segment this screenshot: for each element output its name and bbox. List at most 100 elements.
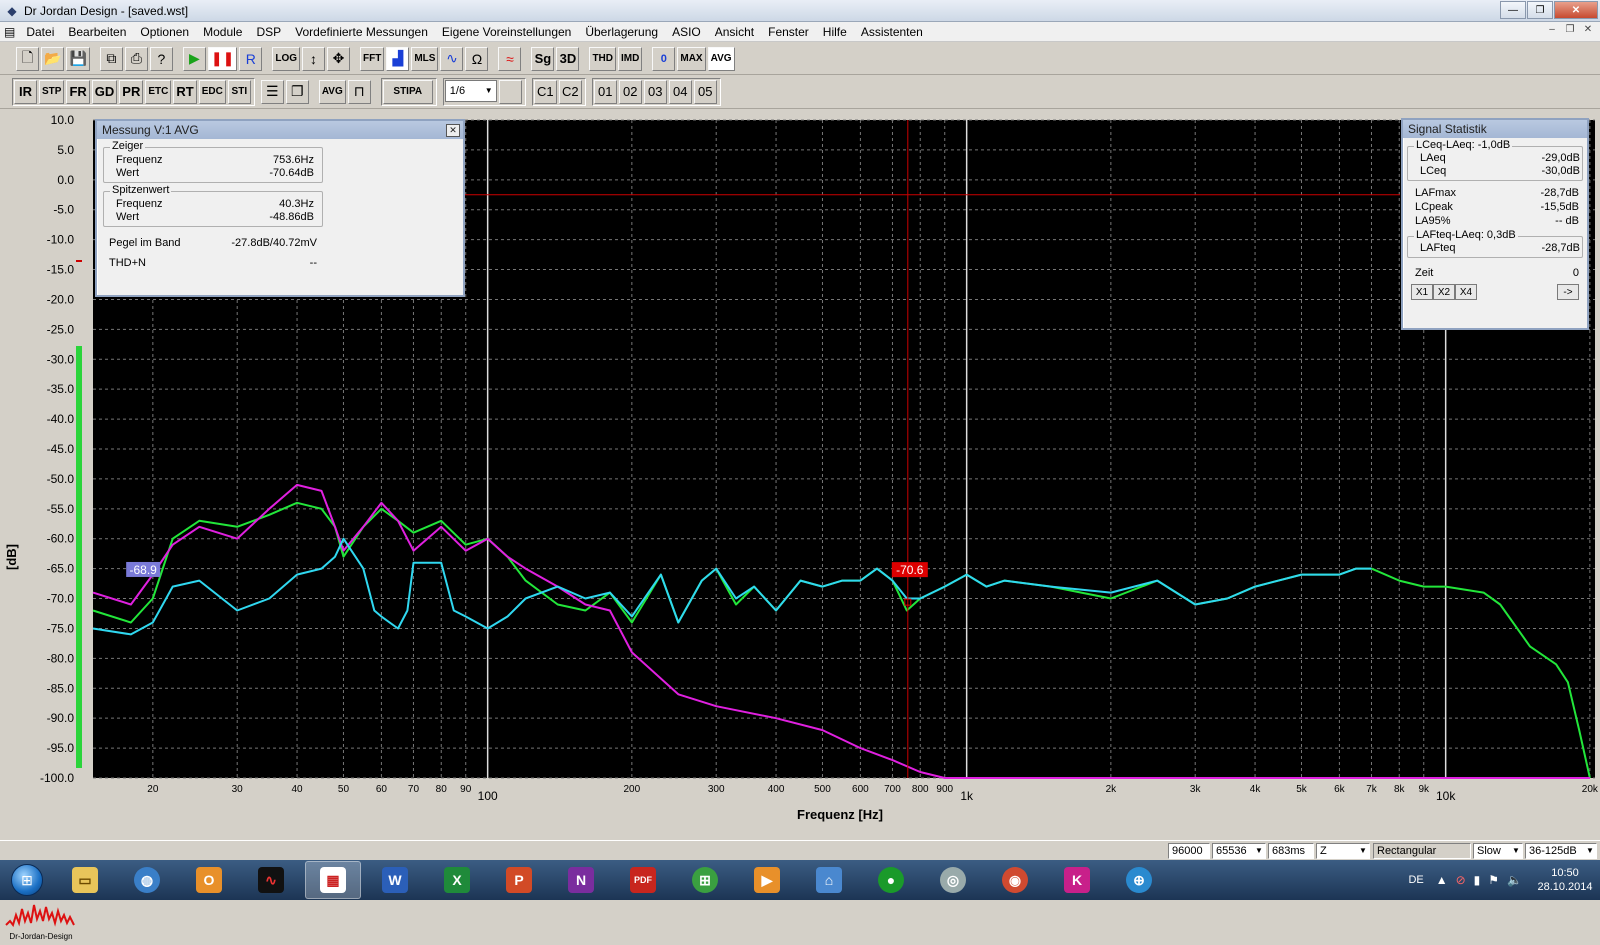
vertical-scale-icon[interactable]: ↕ [302, 46, 326, 71]
menu-eigene-voreinstellungen[interactable]: Eigene Voreinstellungen [435, 25, 578, 39]
open-folder-icon[interactable]: 📂 [41, 46, 65, 71]
taskbar-k-app[interactable]: K [1049, 861, 1105, 899]
mdi-restore-icon[interactable]: ❐ [1562, 24, 1578, 38]
app-icon[interactable]: ◆ [4, 3, 20, 19]
flag-icon[interactable]: ⚑ [1488, 873, 1499, 887]
channel-c1-button[interactable]: C1 [533, 79, 557, 104]
menu-ansicht[interactable]: Ansicht [708, 25, 761, 39]
taskbar-chrome[interactable]: ◉ [987, 861, 1043, 899]
window-field[interactable]: Rectangular [1373, 843, 1471, 859]
sg-button[interactable]: Sg [531, 46, 555, 71]
language-indicator[interactable]: DE [1408, 874, 1423, 886]
stp-button[interactable]: STP [39, 79, 65, 104]
menu-module[interactable]: Module [196, 25, 249, 39]
fft-button[interactable]: FFT [360, 46, 385, 71]
taskbar-outlook[interactable]: O [181, 861, 237, 899]
x4-button[interactable]: X4 [1455, 284, 1477, 300]
rt-button[interactable]: RT [173, 79, 197, 104]
volume-icon[interactable]: 🔈 [1507, 873, 1522, 887]
zero-button[interactable]: 0 [652, 46, 676, 71]
x2-button[interactable]: X2 [1433, 284, 1455, 300]
slot-03-button[interactable]: 03 [643, 79, 667, 104]
help-icon[interactable]: ? [149, 46, 173, 71]
sti-button[interactable]: STI [227, 79, 251, 104]
taskbar-zoom[interactable]: ⊕ [1111, 861, 1167, 899]
thd-button[interactable]: THD [589, 46, 617, 71]
weighting-select[interactable]: Z ▼ [1316, 843, 1370, 859]
log-button[interactable]: LOG [272, 46, 301, 71]
bars-icon[interactable]: ☰ [260, 79, 284, 104]
fraction-select[interactable]: 1/6 ▼ [444, 79, 497, 102]
menu-hilfe[interactable]: Hilfe [816, 25, 854, 39]
taskbar-network[interactable]: ⌂ [801, 861, 857, 899]
menu-bearbeiten[interactable]: Bearbeiten [61, 25, 133, 39]
pr-button[interactable]: PR [119, 79, 144, 104]
windows-icon[interactable]: ❐ [285, 79, 309, 104]
print-icon[interactable]: ⎙ [124, 46, 148, 71]
3d-button[interactable]: 3D [556, 46, 580, 71]
measure-dialog[interactable]: Messung V:1 AVG ✕ Zeiger Frequenz 753.6Hz… [95, 119, 465, 297]
slot-01-button[interactable]: 01 [593, 79, 617, 104]
range-select[interactable]: 36-125dB ▼ [1525, 843, 1597, 859]
copy-icon[interactable]: ⧉ [99, 46, 123, 71]
taskbar-scope[interactable]: ∿ [243, 861, 299, 899]
taskbar-drjordan[interactable]: ▦ [305, 861, 361, 899]
imd-button[interactable]: IMD [618, 46, 643, 71]
save-icon[interactable]: 💾 [66, 46, 90, 71]
menu-ueberlagerung[interactable]: Überlagerung [578, 25, 665, 39]
mls-button[interactable]: MLS [411, 46, 439, 71]
record-button[interactable]: R [239, 46, 263, 71]
waveform-icon[interactable]: ∿ [440, 46, 464, 71]
ir-button[interactable]: IR [14, 79, 37, 104]
stipa-button[interactable]: STIPA [382, 79, 433, 104]
measure-dialog-titlebar[interactable]: Messung V:1 AVG ✕ [97, 121, 463, 139]
x1-button[interactable]: X1 [1411, 284, 1433, 300]
menu-doc-icon[interactable]: ▤ [0, 25, 19, 39]
gd-button[interactable]: GD [91, 79, 118, 104]
new-file-icon[interactable]: 🗋 [16, 46, 39, 71]
play-icon[interactable]: ▶ [182, 46, 206, 71]
slot-05-button[interactable]: 05 [693, 79, 717, 104]
gate-icon[interactable]: ⊓ [347, 79, 371, 104]
samplerate-field[interactable]: 96000 [1168, 843, 1210, 859]
taskbar-pdf[interactable]: PDF [615, 861, 671, 899]
fr-button[interactable]: FR [66, 79, 90, 104]
maximize-icon[interactable]: ❐ [1527, 1, 1553, 19]
signal-statistik-dialog[interactable]: Signal Statistik LCeq-LAeq: -1,0dB LAeq -… [1401, 118, 1589, 330]
spectrum-icon[interactable]: ▟ [386, 46, 410, 71]
taskbar-onenote[interactable]: N [553, 861, 609, 899]
taskbar-windows[interactable]: ⊞ [677, 861, 733, 899]
pause-icon[interactable]: ❚❚ [207, 46, 238, 71]
network-off-icon[interactable]: ⊘ [1456, 873, 1466, 887]
slot-02-button[interactable]: 02 [618, 79, 642, 104]
close-icon[interactable]: ✕ [446, 123, 460, 137]
mdi-close-icon[interactable]: ✕ [1580, 24, 1596, 38]
taskbar-disc[interactable]: ◎ [925, 861, 981, 899]
start-button[interactable]: ⊞ [0, 860, 54, 900]
menu-assistenten[interactable]: Assistenten [854, 25, 930, 39]
edc-button[interactable]: EDC [198, 79, 226, 104]
menu-vordefinierte-messungen[interactable]: Vordefinierte Messungen [288, 25, 435, 39]
taskbar-excel[interactable]: X [429, 861, 485, 899]
slot-04-button[interactable]: 04 [668, 79, 692, 104]
etc-button[interactable]: ETC [145, 79, 172, 104]
battery-icon[interactable]: ▮ [1474, 873, 1481, 887]
signal-dialog-titlebar[interactable]: Signal Statistik [1403, 120, 1587, 138]
taskbar-green-app[interactable]: ● [863, 861, 919, 899]
next-button[interactable]: -> [1557, 284, 1579, 300]
avg-mode-button[interactable]: AVG [318, 79, 346, 104]
taskbar-word[interactable]: W [367, 861, 423, 899]
taskbar-powerpoint[interactable]: P [491, 861, 547, 899]
speed-select[interactable]: Slow ▼ [1473, 843, 1523, 859]
menu-dsp[interactable]: DSP [249, 25, 288, 39]
clock[interactable]: 10:50 28.10.2014 [1530, 866, 1600, 894]
time-field[interactable]: 683ms [1268, 843, 1314, 859]
taskbar-browser[interactable]: ◍ [119, 861, 175, 899]
taskbar-media[interactable]: ▶ [739, 861, 795, 899]
minimize-icon[interactable]: — [1500, 1, 1526, 19]
tray-arrow-icon[interactable]: ▲ [1436, 873, 1448, 887]
max-button[interactable]: MAX [677, 46, 706, 71]
move-icon[interactable]: ✥ [327, 46, 351, 71]
omega-icon[interactable]: Ω [465, 46, 489, 71]
menu-datei[interactable]: Datei [19, 25, 61, 39]
